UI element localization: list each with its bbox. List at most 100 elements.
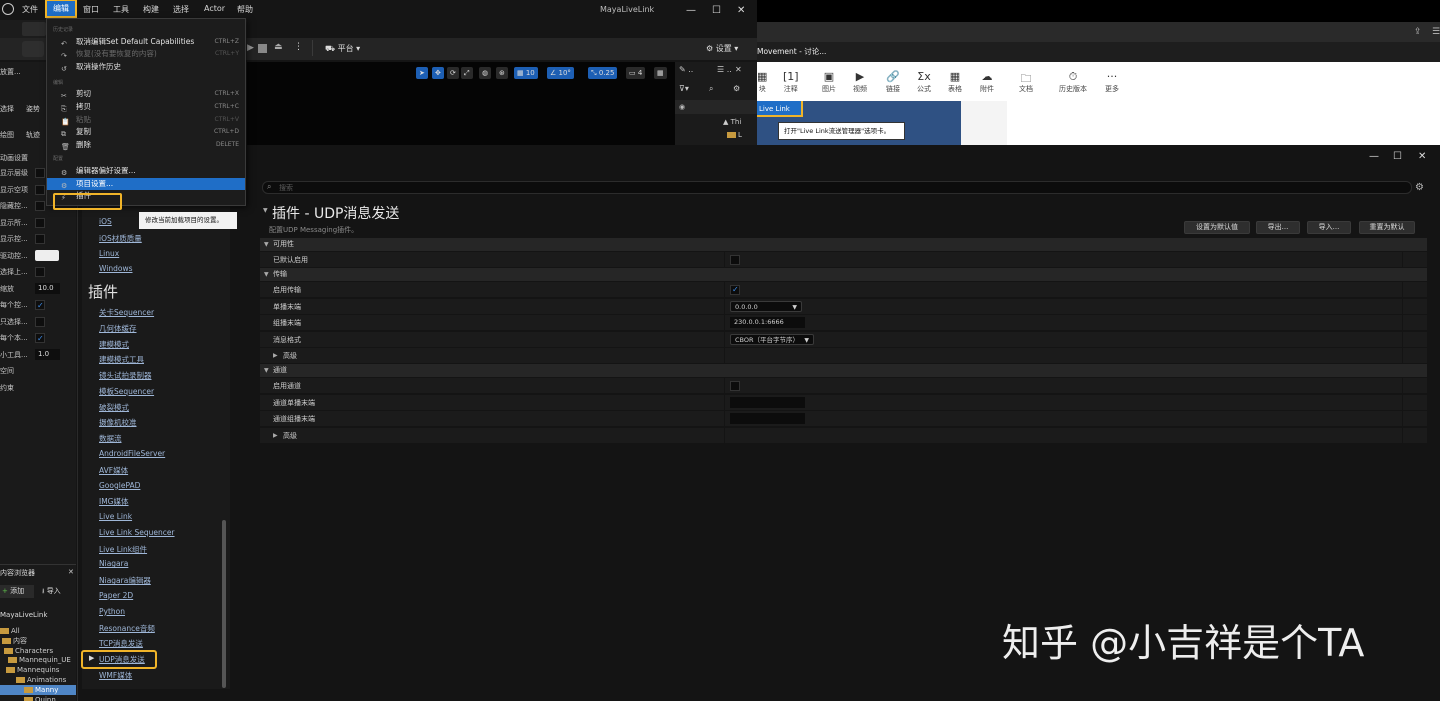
- folder-tree-item[interactable]: Quinn: [0, 695, 76, 701]
- nav-link-platform[interactable]: iOS材质质量: [99, 233, 142, 244]
- category-header[interactable]: ▼ 通道: [260, 364, 1427, 378]
- close-icon[interactable]: ✕: [737, 5, 745, 16]
- menu-item-project-settings[interactable]: ⚙ 项目设置...: [47, 178, 245, 190]
- option-value-field[interactable]: 1.0: [35, 348, 60, 360]
- maximize-icon[interactable]: ☐: [712, 5, 721, 16]
- expand-caret-icon[interactable]: ▼: [264, 238, 269, 251]
- nav-link-plugin[interactable]: Live Link组件: [99, 544, 147, 555]
- doc-tool-block[interactable]: ▦ 块: [757, 70, 767, 94]
- folder-tree-item[interactable]: Characters: [0, 646, 76, 656]
- nav-link-plugin[interactable]: AndroidFileServer: [99, 449, 165, 458]
- nav-link-plugin[interactable]: Resonance音频: [99, 623, 155, 634]
- property-checkbox[interactable]: [730, 381, 740, 392]
- outliner-gear-icon[interactable]: ⚙: [733, 84, 740, 93]
- nav-link-plugin[interactable]: UDP消息发送: [99, 654, 145, 665]
- property-text-field[interactable]: 230.0.0.1:6666: [730, 317, 805, 329]
- category-header[interactable]: ▼ 可用性: [260, 238, 1427, 251]
- settings-search-input[interactable]: ⌕ 搜索: [262, 181, 1412, 194]
- option-checkbox[interactable]: [35, 316, 45, 327]
- anim-tool-label[interactable]: 轨迹: [26, 130, 40, 140]
- menu-item-duplicate[interactable]: ⧉ 复制 CTRL+D: [47, 126, 245, 138]
- nav-link-plugin[interactable]: 建模模式工具: [99, 354, 144, 365]
- menu-select[interactable]: 选择: [173, 4, 189, 15]
- world-space-icon[interactable]: ◍: [479, 67, 492, 79]
- nav-link-plugin[interactable]: 模板Sequencer: [99, 386, 154, 397]
- nav-link-plugin[interactable]: TCP消息发送: [99, 638, 143, 649]
- menu-actor[interactable]: Actor: [204, 4, 225, 13]
- mode-button[interactable]: [22, 41, 44, 57]
- outliner-item[interactable]: ▲ Thi: [723, 118, 741, 126]
- option-checkbox[interactable]: [35, 234, 45, 244]
- menu-item-prefs[interactable]: ⚙ 编辑器偏好设置...: [47, 165, 245, 177]
- property-checkbox[interactable]: [730, 255, 740, 265]
- menu-file[interactable]: 文件: [22, 4, 38, 15]
- eye-icon[interactable]: ◉: [679, 103, 685, 111]
- nav-link-plugin[interactable]: 破裂模式: [99, 402, 129, 413]
- option-checkbox[interactable]: [35, 267, 45, 277]
- nav-link-plugin[interactable]: Live Link Sequencer: [99, 528, 175, 537]
- nav-link-plugin[interactable]: Python: [99, 607, 125, 616]
- property-dropdown[interactable]: CBOR（平台字节序） ▼: [730, 333, 814, 345]
- outliner-tab-icon[interactable]: ✎ ..: [679, 65, 693, 74]
- camera-speed-chip[interactable]: ▭ 4: [626, 67, 646, 79]
- nav-link-plugin[interactable]: IMG媒体: [99, 496, 129, 507]
- doc-tool-more[interactable]: ··· 更多: [1105, 70, 1119, 94]
- reset-to-default-button[interactable]: 重置为默认: [1359, 221, 1415, 234]
- layout-icon[interactable]: ▦: [654, 67, 667, 79]
- scale-snap-chip[interactable]: ⤡ 0.25: [588, 67, 618, 79]
- folder-tree-item[interactable]: Manny: [0, 684, 76, 695]
- menu-item-delete[interactable]: 🗑 删除 DELETE: [47, 139, 245, 151]
- expand-caret-icon[interactable]: ▶: [273, 348, 278, 364]
- expand-caret-icon[interactable]: ▼: [264, 268, 269, 281]
- outliner-folder[interactable]: L: [727, 131, 742, 139]
- filter-icon[interactable]: ⊽▾: [679, 84, 689, 93]
- option-checkbox[interactable]: [35, 298, 45, 314]
- menu-item-history[interactable]: ↺ 取消操作历史: [47, 61, 245, 73]
- doc-tool-annotation[interactable]: [1] 注释: [783, 70, 799, 94]
- option-checkbox[interactable]: [35, 184, 45, 195]
- menu-build[interactable]: 构建: [143, 4, 159, 15]
- select-tool-icon[interactable]: ➤: [416, 67, 428, 79]
- settings-close-icon[interactable]: ✕: [1418, 151, 1426, 162]
- nav-link-plugin[interactable]: 镜头试拍录制器: [99, 370, 152, 381]
- export-button[interactable]: 导出...: [1256, 221, 1300, 234]
- content-browser-close-icon[interactable]: ✕: [68, 568, 74, 576]
- menu-icon[interactable]: ☰: [1432, 27, 1440, 37]
- doc-tool-table[interactable]: ▦ 表格: [948, 70, 962, 94]
- menu-item-undo[interactable]: ↶ 取消编辑Set Default Capabilities CTRL+Z: [47, 36, 245, 48]
- outliner-tab-list-icon[interactable]: ☰ ..: [717, 65, 732, 74]
- menu-item-cut[interactable]: ✂ 剪切 CTRL+X: [47, 88, 245, 100]
- property-dropdown[interactable]: 0.0.0.0 ▼: [730, 300, 802, 312]
- add-button[interactable]: + 添加: [0, 585, 34, 598]
- option-checkbox[interactable]: [35, 331, 45, 347]
- menu-window[interactable]: 窗口: [83, 4, 99, 15]
- set-as-default-button[interactable]: 设置为默认值: [1184, 221, 1250, 234]
- level-tab[interactable]: [22, 22, 46, 36]
- doc-tool-image[interactable]: ▣ 图片: [822, 70, 836, 94]
- nav-link-plugin[interactable]: Niagara: [99, 559, 128, 568]
- import-button[interactable]: ⭳ 导入: [42, 586, 61, 598]
- nav-scrollbar[interactable]: [222, 520, 226, 688]
- doc-tool-video[interactable]: ▶ 视频: [853, 70, 867, 94]
- nav-link-plugin[interactable]: WMF媒体: [99, 670, 132, 681]
- doc-tool-formula[interactable]: Σx 公式: [917, 70, 931, 94]
- surface-snap-icon[interactable]: ⊛: [496, 67, 508, 79]
- nav-link-plugin[interactable]: 几何体缓存: [99, 323, 137, 334]
- outliner-search-icon[interactable]: ⌕: [709, 84, 713, 94]
- minimize-icon[interactable]: —: [686, 5, 696, 16]
- outliner-close-icon[interactable]: ✕: [735, 65, 742, 74]
- grid-snap-chip[interactable]: ▦ 10: [514, 67, 538, 79]
- doc-tool-history[interactable]: ⏱ 历史版本: [1059, 70, 1087, 94]
- category-header[interactable]: ▼ 传输: [260, 268, 1427, 282]
- more-icon[interactable]: ⋮: [294, 42, 303, 52]
- nav-link-plugin[interactable]: 摄像机校准: [99, 417, 137, 428]
- settings-maximize-icon[interactable]: ☐: [1393, 151, 1402, 162]
- option-checkbox[interactable]: [35, 217, 45, 228]
- doc-tool-doc[interactable]: 🗀 文档: [1019, 70, 1033, 94]
- option-value-field[interactable]: 10.0: [35, 282, 60, 294]
- nav-link-platform[interactable]: iOS: [99, 217, 112, 226]
- move-tool-icon[interactable]: ✥: [432, 67, 444, 79]
- folder-tree-item[interactable]: Mannequin_UE: [0, 655, 76, 665]
- collapse-caret-icon[interactable]: ▼: [263, 207, 268, 214]
- scale-tool-icon[interactable]: ⤢: [461, 67, 473, 79]
